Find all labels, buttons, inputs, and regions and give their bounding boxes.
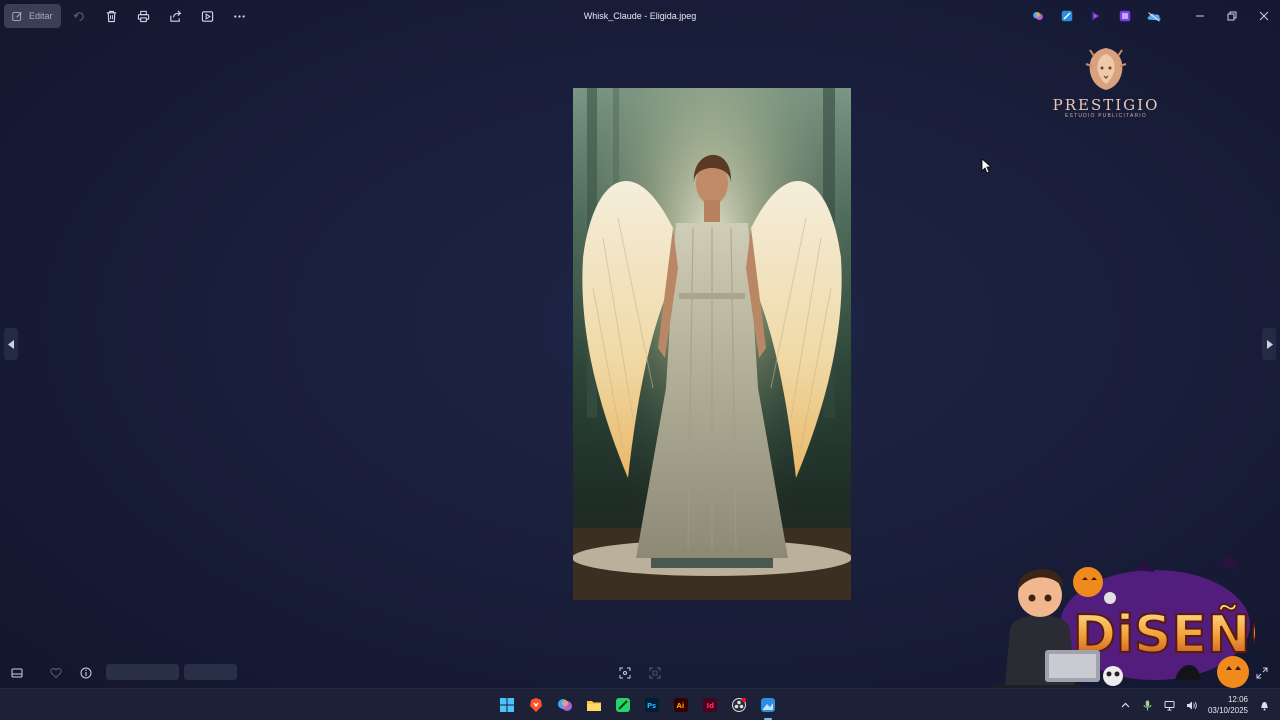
- minimize-icon: [1196, 15, 1204, 17]
- displayed-image: [573, 88, 851, 600]
- info-icon: [80, 667, 92, 679]
- start-button[interactable]: [497, 695, 517, 715]
- print-icon: [137, 10, 150, 22]
- network-icon: [1164, 700, 1175, 710]
- more-icon: [234, 14, 245, 18]
- speaker-icon: [1187, 701, 1198, 709]
- more-button[interactable]: [227, 4, 253, 28]
- taskbar-brave[interactable]: [526, 695, 546, 715]
- share-icon: [170, 10, 182, 22]
- taskbar-photoshop[interactable]: Ps: [642, 695, 662, 715]
- fit-to-window-button[interactable]: [616, 664, 634, 682]
- slideshow-button[interactable]: [195, 4, 221, 28]
- edit-button[interactable]: Editar: [4, 4, 61, 28]
- restore-icon: [1227, 11, 1237, 21]
- chevron-left-icon: [7, 339, 14, 349]
- svg-text:Ps: Ps: [647, 702, 656, 710]
- header-app-icons: [1030, 8, 1162, 24]
- slideshow-icon: [201, 10, 214, 22]
- taskbar-apps: Ps Ai Id: [497, 689, 778, 720]
- actual-size-icon: [649, 667, 661, 679]
- copilot-icon[interactable]: [1030, 8, 1046, 24]
- chevron-up-icon: [1122, 702, 1130, 707]
- expand-icon: [1256, 667, 1268, 679]
- taskbar: Ps Ai Id 12:06 03/10/2025: [0, 688, 1280, 720]
- folder-icon: [587, 701, 601, 711]
- prestigio-logo: PRESTIGIO ESTUDIO PUBLICITARIO: [1040, 46, 1172, 119]
- whatsapp-icon: [616, 698, 630, 712]
- photos-editor-icon[interactable]: [1059, 8, 1075, 24]
- obs-icon: [732, 697, 747, 712]
- network-button[interactable]: [1164, 699, 1176, 711]
- delete-button[interactable]: [99, 4, 125, 28]
- image-size-placeholder: [184, 664, 237, 680]
- photoshop-icon: Ps: [645, 698, 659, 712]
- taskbar-obs[interactable]: [729, 695, 749, 715]
- lion-icon: [1085, 48, 1127, 90]
- taskbar-photos[interactable]: [758, 695, 778, 720]
- title-bar: Editar Whisk_Claude - Eligida.jpeg: [0, 0, 1280, 32]
- info-button[interactable]: [77, 664, 95, 682]
- share-button[interactable]: [163, 4, 189, 28]
- system-clock[interactable]: 12:06 03/10/2025: [1208, 694, 1248, 716]
- clipchamp-icon[interactable]: [1088, 8, 1104, 24]
- clock-date: 03/10/2025: [1207, 706, 1248, 715]
- image-info-placeholder: [106, 664, 179, 680]
- mouse-cursor-icon: [981, 158, 991, 174]
- title-bar-right: [1030, 0, 1280, 32]
- filmstrip-icon: [11, 668, 23, 678]
- notifications-button[interactable]: [1258, 699, 1270, 711]
- minimize-button[interactable]: [1184, 0, 1216, 32]
- rotate-icon: [73, 11, 84, 21]
- system-tray: 12:06 03/10/2025: [1120, 689, 1270, 720]
- photos-icon: [761, 698, 775, 712]
- taskbar-whatsapp[interactable]: [613, 695, 633, 715]
- sticker-text: DiSEÑO: [1073, 604, 1255, 665]
- actual-size-button[interactable]: [646, 664, 664, 682]
- onedrive-icon[interactable]: [1146, 8, 1162, 24]
- taskbar-file-explorer[interactable]: [584, 695, 604, 715]
- taskbar-copilot[interactable]: [555, 695, 575, 715]
- print-button[interactable]: [131, 4, 157, 28]
- rotate-button[interactable]: [67, 4, 93, 28]
- delete-icon: [106, 10, 117, 22]
- svg-text:Ai: Ai: [677, 702, 685, 710]
- indesign-icon: Id: [703, 698, 717, 712]
- next-image-button[interactable]: [1262, 328, 1276, 360]
- copilot-icon: [558, 699, 572, 711]
- windows-icon: [500, 698, 514, 712]
- restore-button[interactable]: [1216, 0, 1248, 32]
- brave-icon: [530, 698, 542, 712]
- toolbar: Editar: [0, 4, 253, 28]
- favorite-button[interactable]: [47, 664, 65, 682]
- bell-icon: [1260, 701, 1268, 710]
- taskbar-illustrator[interactable]: Ai: [671, 695, 691, 715]
- illustrator-icon: Ai: [674, 698, 688, 712]
- chevron-right-icon: [1266, 339, 1273, 349]
- microphone-button[interactable]: [1142, 699, 1154, 711]
- close-button[interactable]: [1248, 0, 1280, 32]
- edit-button-label: Editar: [29, 11, 53, 21]
- fullscreen-button[interactable]: [1253, 664, 1271, 682]
- filmstrip-button[interactable]: [8, 664, 26, 682]
- close-icon: [1259, 11, 1269, 21]
- microphone-icon: [1143, 700, 1152, 710]
- edit-icon: [12, 11, 22, 21]
- diseno-sticker: DiSEÑO: [985, 550, 1280, 700]
- fit-window-icon: [619, 667, 631, 679]
- volume-button[interactable]: [1186, 699, 1198, 711]
- show-hidden-icons-button[interactable]: [1120, 699, 1132, 711]
- clock-time: 12:06: [1227, 695, 1248, 704]
- previous-image-button[interactable]: [4, 328, 18, 360]
- svg-text:Id: Id: [707, 702, 715, 710]
- heart-icon: [50, 667, 62, 679]
- taskbar-indesign[interactable]: Id: [700, 695, 720, 715]
- designer-icon[interactable]: [1117, 8, 1133, 24]
- logo-name: PRESTIGIO: [1052, 96, 1160, 114]
